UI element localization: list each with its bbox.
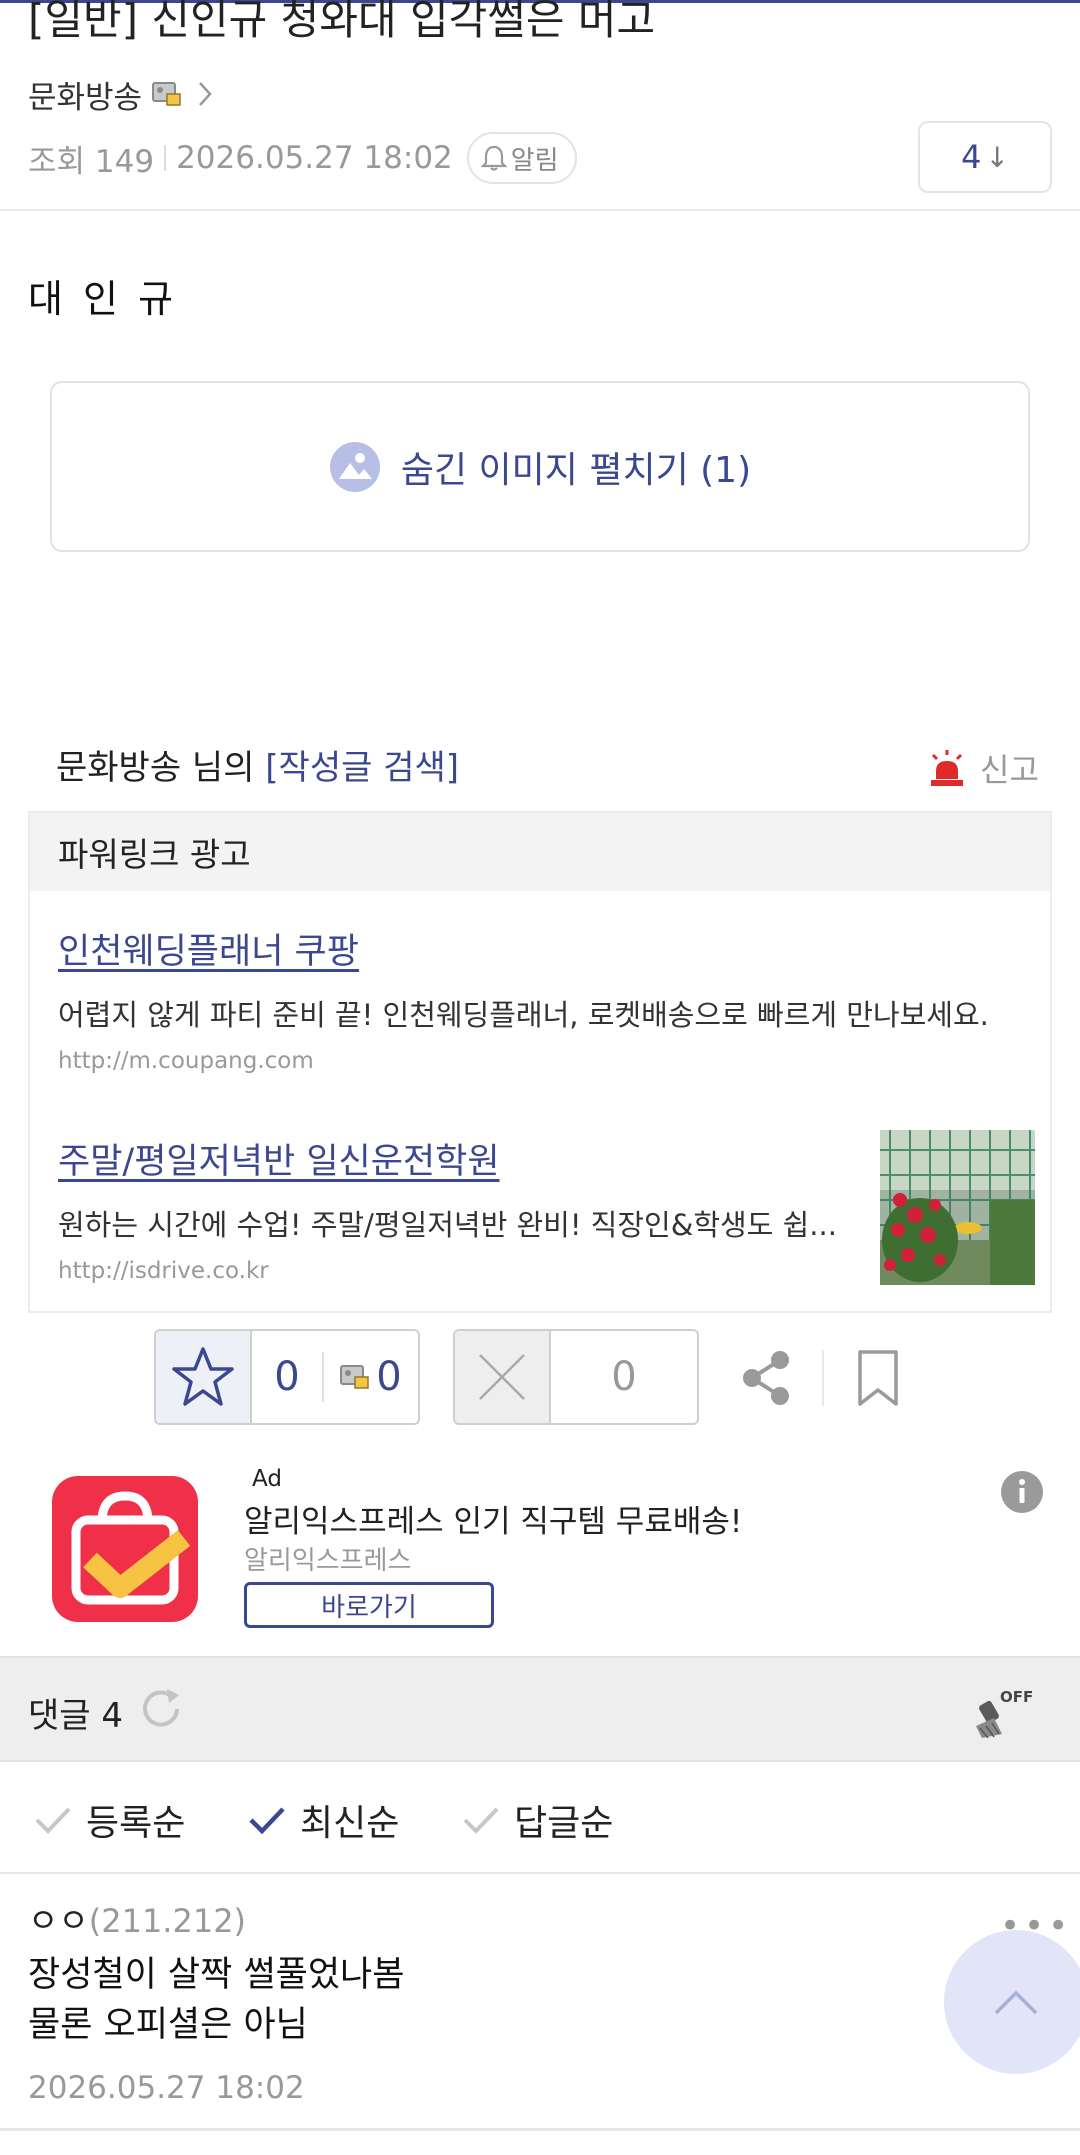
powerlink-item-url: http://m.coupang.com: [58, 1048, 314, 1074]
not-recommend-button[interactable]: [455, 1331, 551, 1423]
post-datetime: 2026.05.27 18:02: [176, 140, 453, 176]
author-name: 문화방송: [28, 79, 143, 116]
comment-jump-button[interactable]: 4 ↓: [918, 121, 1052, 193]
not-recommend-group: 0: [453, 1329, 699, 1425]
author-link[interactable]: 문화방송: [28, 72, 218, 116]
powerlink-item-desc: 원하는 시간에 수업! 주말/평일저녁반 완비! 직장인&학생도 쉽...: [58, 1208, 837, 1242]
post-page: [일반] 신인규 청와대 입각썰은 머고 문화방송 조회 149 2026.05…: [0, 0, 1080, 2155]
report-button[interactable]: 신고: [928, 745, 1039, 791]
powerlink-item[interactable]: 인천웨딩플래너 쿠팡 어렵지 않게 파티 준비 끝! 인천웨딩플래너, 로켓배송…: [58, 923, 989, 1074]
comment-item: ㅇㅇ(211.212) ••• 장성철이 살짝 썰풀었나봄 물론 오피셜은 아님…: [0, 1872, 1080, 2130]
toolbar-divider: [822, 1350, 824, 1406]
aliexpress-app-icon[interactable]: [52, 1476, 198, 1622]
alarm-label: 알림: [510, 145, 559, 176]
writer-search: 문화방송 님의 [작성글 검색]: [56, 740, 459, 789]
bottom-divider: [0, 2128, 1080, 2131]
share-button[interactable]: [738, 1348, 794, 1408]
recommend-button[interactable]: [156, 1331, 252, 1423]
check-icon: [35, 1807, 71, 1834]
clean-off-label: OFF: [1000, 1688, 1033, 1706]
check-icon: [463, 1807, 499, 1834]
fix-recommend-count: 0: [376, 1354, 402, 1400]
show-hidden-image-button[interactable]: 숨긴 이미지 펼치기 (1): [50, 381, 1030, 552]
app-ad-advertiser: 알리익스프레스: [244, 1546, 412, 1576]
chevron-up-icon: [994, 1990, 1038, 2015]
refresh-icon[interactable]: [137, 1685, 185, 1733]
sort-by-latest[interactable]: 최신순: [248, 1794, 399, 1846]
comment-ip: (211.212): [88, 1902, 247, 1940]
siren-icon: [931, 750, 963, 786]
bookmark-icon: [858, 1350, 898, 1406]
meta-divider: [164, 145, 167, 171]
sort-by-replies[interactable]: 답글순: [462, 1794, 613, 1846]
powerlink-header: 파워링크 광고: [30, 813, 1050, 891]
comments-count-label: 댓글 4: [28, 1696, 123, 1736]
go-button[interactable]: 바로가기: [244, 1582, 494, 1628]
ad-badge: Ad: [252, 1466, 282, 1492]
hidden-image-label: 숨긴 이미지 펼치기 (1): [400, 449, 752, 491]
gallog-icon: [152, 81, 182, 107]
image-icon: [329, 441, 380, 492]
header-divider: [0, 209, 1080, 211]
report-label: 신고: [980, 751, 1039, 789]
fix-recommend[interactable]: 0: [324, 1331, 418, 1423]
sort-label: 답글순: [514, 1803, 614, 1844]
powerlink-thumbnail[interactable]: [880, 1130, 1035, 1285]
powerlink-item-title[interactable]: 주말/평일저녁반 일신운전학원: [58, 1133, 837, 1184]
view-count: 조회 149: [28, 143, 155, 180]
star-icon: [172, 1347, 234, 1406]
powerlink-item-desc: 어렵지 않게 파티 준비 끝! 인천웨딩플래너, 로켓배송으로 빠르게 만나보세…: [58, 998, 989, 1032]
sort-label: 등록순: [86, 1803, 186, 1844]
comment-jump-count: 4: [961, 138, 982, 176]
comment-date: 2026.05.27 18:02: [28, 2070, 305, 2106]
chevron-right-icon: [192, 76, 218, 112]
comments-header: 댓글 4 OFF: [0, 1656, 1080, 1762]
alarm-button[interactable]: 알림: [466, 132, 577, 184]
comment-sort-bar: 등록순 최신순 답글순: [0, 1762, 1080, 1872]
app-ad-title[interactable]: 알리익스프레스 인기 직구템 무료배송!: [244, 1496, 742, 1541]
info-icon[interactable]: [1001, 1471, 1043, 1513]
powerlink-item[interactable]: 주말/평일저녁반 일신운전학원 원하는 시간에 수업! 주말/평일저녁반 완비!…: [58, 1133, 837, 1284]
powerlink-item-url: http://isdrive.co.kr: [58, 1258, 269, 1284]
comment-text: 장성철이 살짝 썰풀었나봄 물론 오피셜은 아님: [28, 1955, 405, 2045]
recommend-group: 0 0: [154, 1329, 420, 1425]
sort-label: 최신순: [300, 1803, 400, 1844]
post-meta: 조회 149 2026.05.27 18:02 알림: [28, 130, 577, 186]
recommend-count: 0: [274, 1354, 300, 1400]
bookmark-button[interactable]: [856, 1348, 900, 1408]
writer-search-link[interactable]: [작성글 검색]: [265, 748, 459, 788]
sort-by-registered[interactable]: 등록순: [34, 1794, 185, 1846]
bell-icon: [480, 145, 507, 171]
powerlink-ad-box: 파워링크 광고 인천웨딩플래너 쿠팡 어렵지 않게 파티 준비 끝! 인천웨딩플…: [28, 811, 1052, 1313]
comment-nickname: ㅇㅇ: [28, 1901, 89, 1940]
close-icon: [479, 1354, 525, 1400]
check-icon: [249, 1807, 285, 1835]
comment-author[interactable]: ㅇㅇ(211.212): [28, 1894, 246, 1942]
share-icon: [743, 1351, 789, 1405]
writer-name-label: 문화방송 님의: [56, 748, 266, 788]
broom-off-icon[interactable]: OFF: [974, 1682, 1034, 1739]
post-body-text: 대 인 규: [28, 277, 178, 321]
not-recommend-count: 0: [611, 1354, 637, 1400]
powerlink-item-title[interactable]: 인천웨딩플래너 쿠팡: [58, 923, 989, 974]
post-title: [일반] 신인규 청와대 입각썰은 머고: [28, 0, 656, 44]
scroll-to-top-button[interactable]: [944, 1930, 1080, 2074]
app-ad-banner[interactable]: Ad 알리익스프레스 인기 직구템 무료배송! 알리익스프레스 바로가기: [0, 1440, 1080, 1654]
gallog-icon: [340, 1365, 370, 1389]
arrow-down-icon: ↓: [985, 140, 1009, 174]
